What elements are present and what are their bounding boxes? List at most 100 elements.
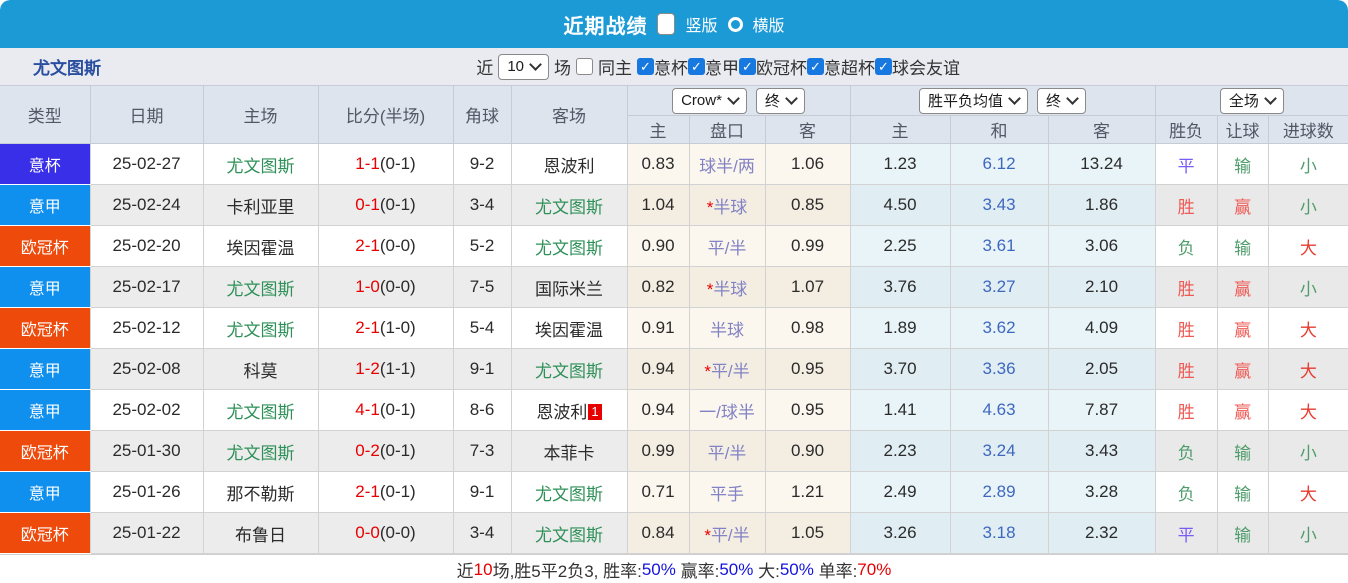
away-badge: 1	[588, 403, 602, 420]
avg-odds-lose: 4.09	[1047, 307, 1156, 349]
sub-header-result-handicap: 让球	[1216, 115, 1269, 144]
home-team: 尤文图斯	[202, 143, 319, 185]
score: 2-1(0-0)	[317, 225, 454, 267]
bookmaker-select[interactable]: Crow*	[672, 87, 747, 114]
league-checkbox[interactable]	[739, 58, 756, 75]
vertical-layout-radio[interactable]	[657, 13, 676, 35]
recent-label: 近	[476, 59, 494, 78]
match-date: 25-02-20	[89, 225, 204, 267]
sub-header-result-wdl: 胜负	[1154, 115, 1218, 144]
match-row: 欧冠杯 25-02-12 尤文图斯 2-1(1-0) 5-4 埃因霍温 0.91 半球 0.98…	[0, 307, 1348, 349]
result-goals: 小	[1267, 184, 1348, 226]
handicap-odds-away: 0.85	[764, 184, 851, 226]
match-row: 意甲 25-02-02 尤文图斯 4-1(0-1) 8-6 恩波利 1 0.94 一/球半 0.9…	[0, 389, 1348, 431]
avg-odds-lose: 2.05	[1047, 348, 1156, 390]
handicap-line: *半球	[688, 184, 766, 226]
league-badge: 欧冠杯	[0, 307, 91, 349]
league-checkbox[interactable]	[637, 58, 654, 75]
home-team: 布鲁日	[202, 512, 319, 554]
summary-segment: 50%	[641, 559, 676, 579]
home-team: 那不勒斯	[202, 471, 319, 513]
result-group-header: 全场	[1154, 85, 1348, 116]
result-goals: 大	[1267, 225, 1348, 267]
match-row: 欧冠杯 25-01-30 尤文图斯 0-2(0-1) 7-3 本菲卡 0.99 平/半 0.90…	[0, 430, 1348, 472]
average-time-select[interactable]: 终	[1037, 87, 1087, 114]
league-checkbox-label: 意甲	[705, 59, 739, 78]
away-team: 本菲卡	[510, 430, 628, 472]
score: 0-2(0-1)	[317, 430, 454, 472]
avg-odds-lose: 3.43	[1047, 430, 1156, 472]
corner-score: 7-5	[452, 266, 512, 308]
league-checkbox[interactable]	[688, 58, 705, 75]
league-checkbox[interactable]	[875, 58, 892, 75]
horizontal-layout-radio[interactable]	[727, 16, 743, 32]
results-table: 类型 日期 主场 比分(半场) 角球 客场 Crow* 终 胜平负均值 终 全场…	[0, 85, 1348, 554]
avg-odds-win: 3.26	[849, 512, 951, 554]
away-team: 尤文图斯	[510, 225, 628, 267]
avg-odds-lose: 3.06	[1047, 225, 1156, 267]
handicap-time-select[interactable]: 终	[755, 87, 805, 114]
summary-segment: 50%	[719, 559, 754, 579]
sub-header-avg-lose: 客	[1047, 115, 1156, 144]
period-select[interactable]: 全场	[1219, 87, 1284, 114]
handicap-line: 平/半	[688, 225, 766, 267]
match-row: 欧冠杯 25-02-20 埃因霍温 2-1(0-0) 5-2 尤文图斯 0.90 平/半 0.9…	[0, 225, 1348, 267]
avg-odds-draw: 3.18	[949, 512, 1049, 554]
corner-score: 8-6	[452, 389, 512, 431]
filter-controls: 近 10 场 同主 意杯意甲欧冠杯意超杯球会友谊	[476, 53, 1348, 80]
handicap-odds-away: 0.90	[764, 430, 851, 472]
avg-odds-draw: 3.61	[949, 225, 1049, 267]
away-team: 尤文图斯	[510, 184, 628, 226]
league-checkbox-group: 意杯意甲欧冠杯意超杯球会友谊	[637, 54, 960, 79]
avg-odds-win: 2.25	[849, 225, 951, 267]
home-team: 尤文图斯	[202, 266, 319, 308]
result-wdl: 胜	[1154, 389, 1218, 431]
match-date: 25-01-30	[89, 430, 204, 472]
avg-odds-win: 3.76	[849, 266, 951, 308]
team-name: 尤文图斯	[33, 59, 101, 78]
chevron-down-icon	[727, 92, 740, 105]
score: 1-1(0-1)	[317, 143, 454, 185]
avg-odds-win: 1.23	[849, 143, 951, 185]
handicap-odds-home: 0.90	[626, 225, 690, 267]
away-team: 恩波利	[510, 143, 628, 185]
corner-score: 5-2	[452, 225, 512, 267]
handicap-odds-home: 0.71	[626, 471, 690, 513]
avg-odds-draw: 3.62	[949, 307, 1049, 349]
avg-odds-lose: 2.32	[1047, 512, 1156, 554]
result-goals: 小	[1267, 430, 1348, 472]
result-wdl: 胜	[1154, 307, 1218, 349]
col-header-score: 比分(半场)	[317, 85, 454, 144]
recent-count-select[interactable]: 10	[498, 53, 549, 80]
average-type-select[interactable]: 胜平负均值	[919, 87, 1029, 114]
same-home-checkbox[interactable]	[576, 58, 593, 75]
handicap-odds-away: 1.06	[764, 143, 851, 185]
handicap-line: 平/半	[688, 430, 766, 472]
corner-score: 7-3	[452, 430, 512, 472]
league-badge: 欧冠杯	[0, 512, 91, 554]
avg-odds-lose: 13.24	[1047, 143, 1156, 185]
average-group-header: 胜平负均值 终	[849, 85, 1156, 116]
col-header-type: 类型	[0, 85, 91, 144]
handicap-odds-away: 1.05	[764, 512, 851, 554]
league-checkbox[interactable]	[807, 58, 824, 75]
result-handicap: 输	[1216, 143, 1269, 185]
result-goals: 大	[1267, 471, 1348, 513]
home-team: 尤文图斯	[202, 307, 319, 349]
away-team: 尤文图斯	[510, 471, 628, 513]
avg-odds-draw: 3.43	[949, 184, 1049, 226]
handicap-odds-home: 1.04	[626, 184, 690, 226]
avg-odds-win: 1.41	[849, 389, 951, 431]
result-goals: 小	[1267, 512, 1348, 554]
home-team: 尤文图斯	[202, 389, 319, 431]
result-handicap: 赢	[1216, 307, 1269, 349]
result-wdl: 胜	[1154, 348, 1218, 390]
result-handicap: 赢	[1216, 184, 1269, 226]
col-header-home: 主场	[202, 85, 319, 144]
match-date: 25-02-27	[89, 143, 204, 185]
corner-score: 9-1	[452, 348, 512, 390]
match-row: 意甲 25-02-08 科莫 1-2(1-1) 9-1 尤文图斯 0.94 *平/半 0.95 3…	[0, 348, 1348, 390]
sub-header-avg-win: 主	[849, 115, 951, 144]
score: 2-1(1-0)	[317, 307, 454, 349]
avg-odds-draw: 4.63	[949, 389, 1049, 431]
